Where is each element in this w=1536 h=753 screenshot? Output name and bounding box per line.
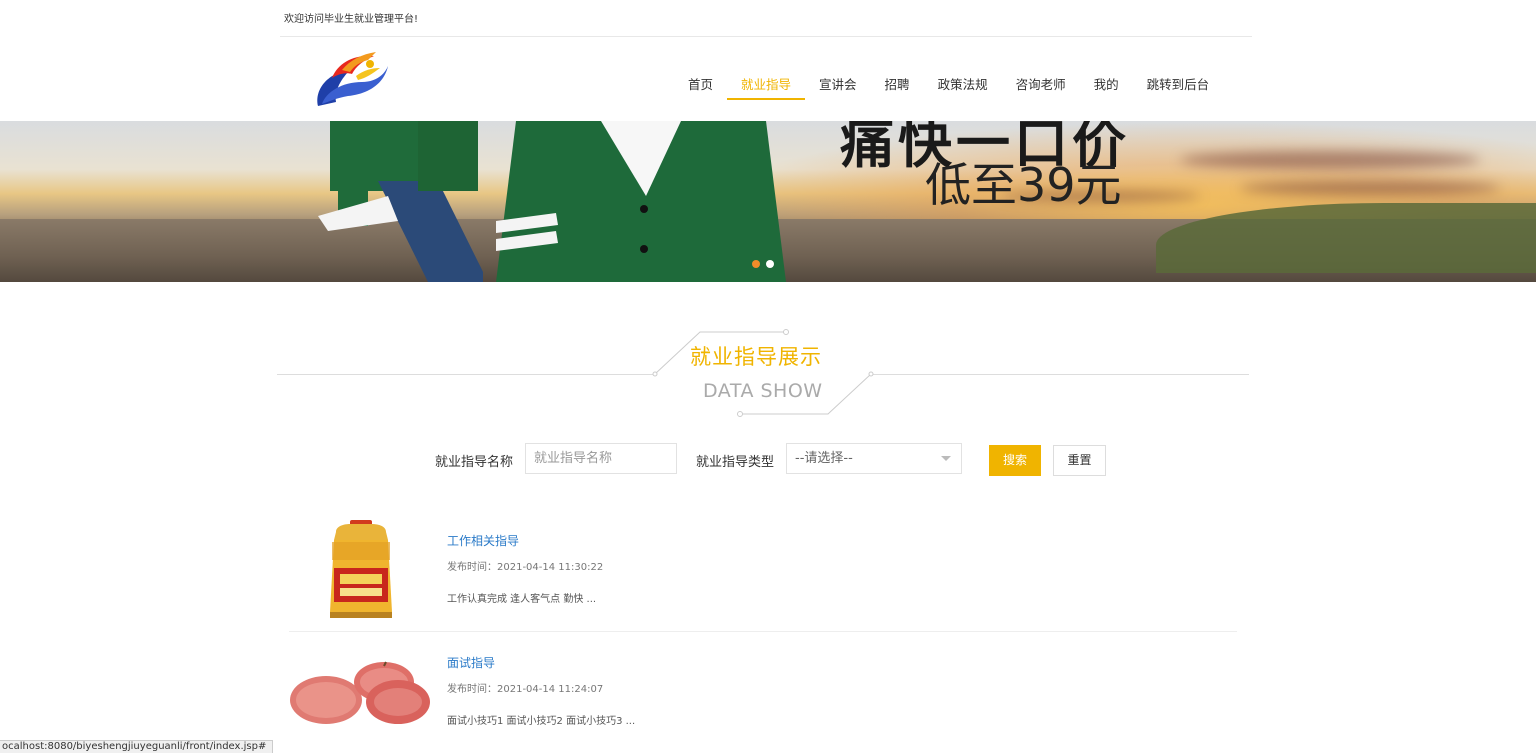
nav-item-consult-teacher[interactable]: 咨询老师 xyxy=(1002,76,1080,100)
carousel-indicators xyxy=(752,260,774,268)
banner-model-jumping xyxy=(318,121,483,282)
name-label: 就业指导名称 xyxy=(435,455,514,470)
name-search-input[interactable]: 就业指导名称 xyxy=(525,443,677,474)
nav-item-recruitment[interactable]: 招聘 xyxy=(871,76,924,100)
nav-item-mine[interactable]: 我的 xyxy=(1080,76,1133,100)
search-button[interactable]: 搜索 xyxy=(989,445,1041,476)
list-item-desc: 工作认真完成 逢人客气点 勤快 ... xyxy=(447,594,597,605)
reset-button[interactable]: 重置 xyxy=(1053,445,1106,476)
header-divider xyxy=(280,36,1252,37)
site-logo[interactable] xyxy=(312,48,390,110)
section-line-right xyxy=(871,374,1249,375)
section-subtitle: DATA SHOW xyxy=(703,380,823,402)
item-image-oil-bottle[interactable] xyxy=(326,520,396,620)
name-search-placeholder: 就业指导名称 xyxy=(534,451,613,466)
list-item-time: 发布时间：2021-04-14 11:24:07 xyxy=(447,684,604,695)
main-nav: 首页 就业指导 宣讲会 招聘 政策法规 咨询老师 我的 跳转到后台 xyxy=(674,76,1223,100)
type-select[interactable]: --请选择-- xyxy=(786,443,962,474)
nav-item-policies[interactable]: 政策法规 xyxy=(924,76,1002,100)
type-label: 就业指导类型 xyxy=(696,455,775,470)
list-divider xyxy=(289,631,1237,632)
banner-model-cardigan xyxy=(496,121,786,282)
list-item-time: 发布时间：2021-04-14 11:30:22 xyxy=(447,562,604,573)
type-select-value: --请选择-- xyxy=(795,451,853,466)
banner-price-text: 低至39元 xyxy=(925,158,1122,212)
item-image-apples[interactable] xyxy=(290,660,432,726)
section-line-left xyxy=(277,374,655,375)
section-title: 就业指导展示 xyxy=(690,345,822,369)
banner-carousel[interactable]: 痛快一口价 低至39元 xyxy=(0,121,1536,282)
nav-item-go-backend[interactable]: 跳转到后台 xyxy=(1133,76,1224,100)
carousel-dot-2[interactable] xyxy=(766,260,774,268)
list-item-title[interactable]: 面试指导 xyxy=(447,654,495,671)
carousel-dot-1[interactable] xyxy=(752,260,760,268)
nav-item-presentations[interactable]: 宣讲会 xyxy=(805,76,871,100)
chevron-down-icon xyxy=(941,456,951,461)
browser-status-url: ocalhost:8080/biyeshengjiuyeguanli/front… xyxy=(0,740,274,753)
welcome-text: 欢迎访问毕业生就业管理平台! xyxy=(284,14,419,25)
nav-item-employment-guidance[interactable]: 就业指导 xyxy=(727,76,806,100)
nav-item-home[interactable]: 首页 xyxy=(674,76,727,100)
list-item-title[interactable]: 工作相关指导 xyxy=(447,532,519,549)
list-item-desc: 面试小技巧1 面试小技巧2 面试小技巧3 ... xyxy=(447,716,636,727)
